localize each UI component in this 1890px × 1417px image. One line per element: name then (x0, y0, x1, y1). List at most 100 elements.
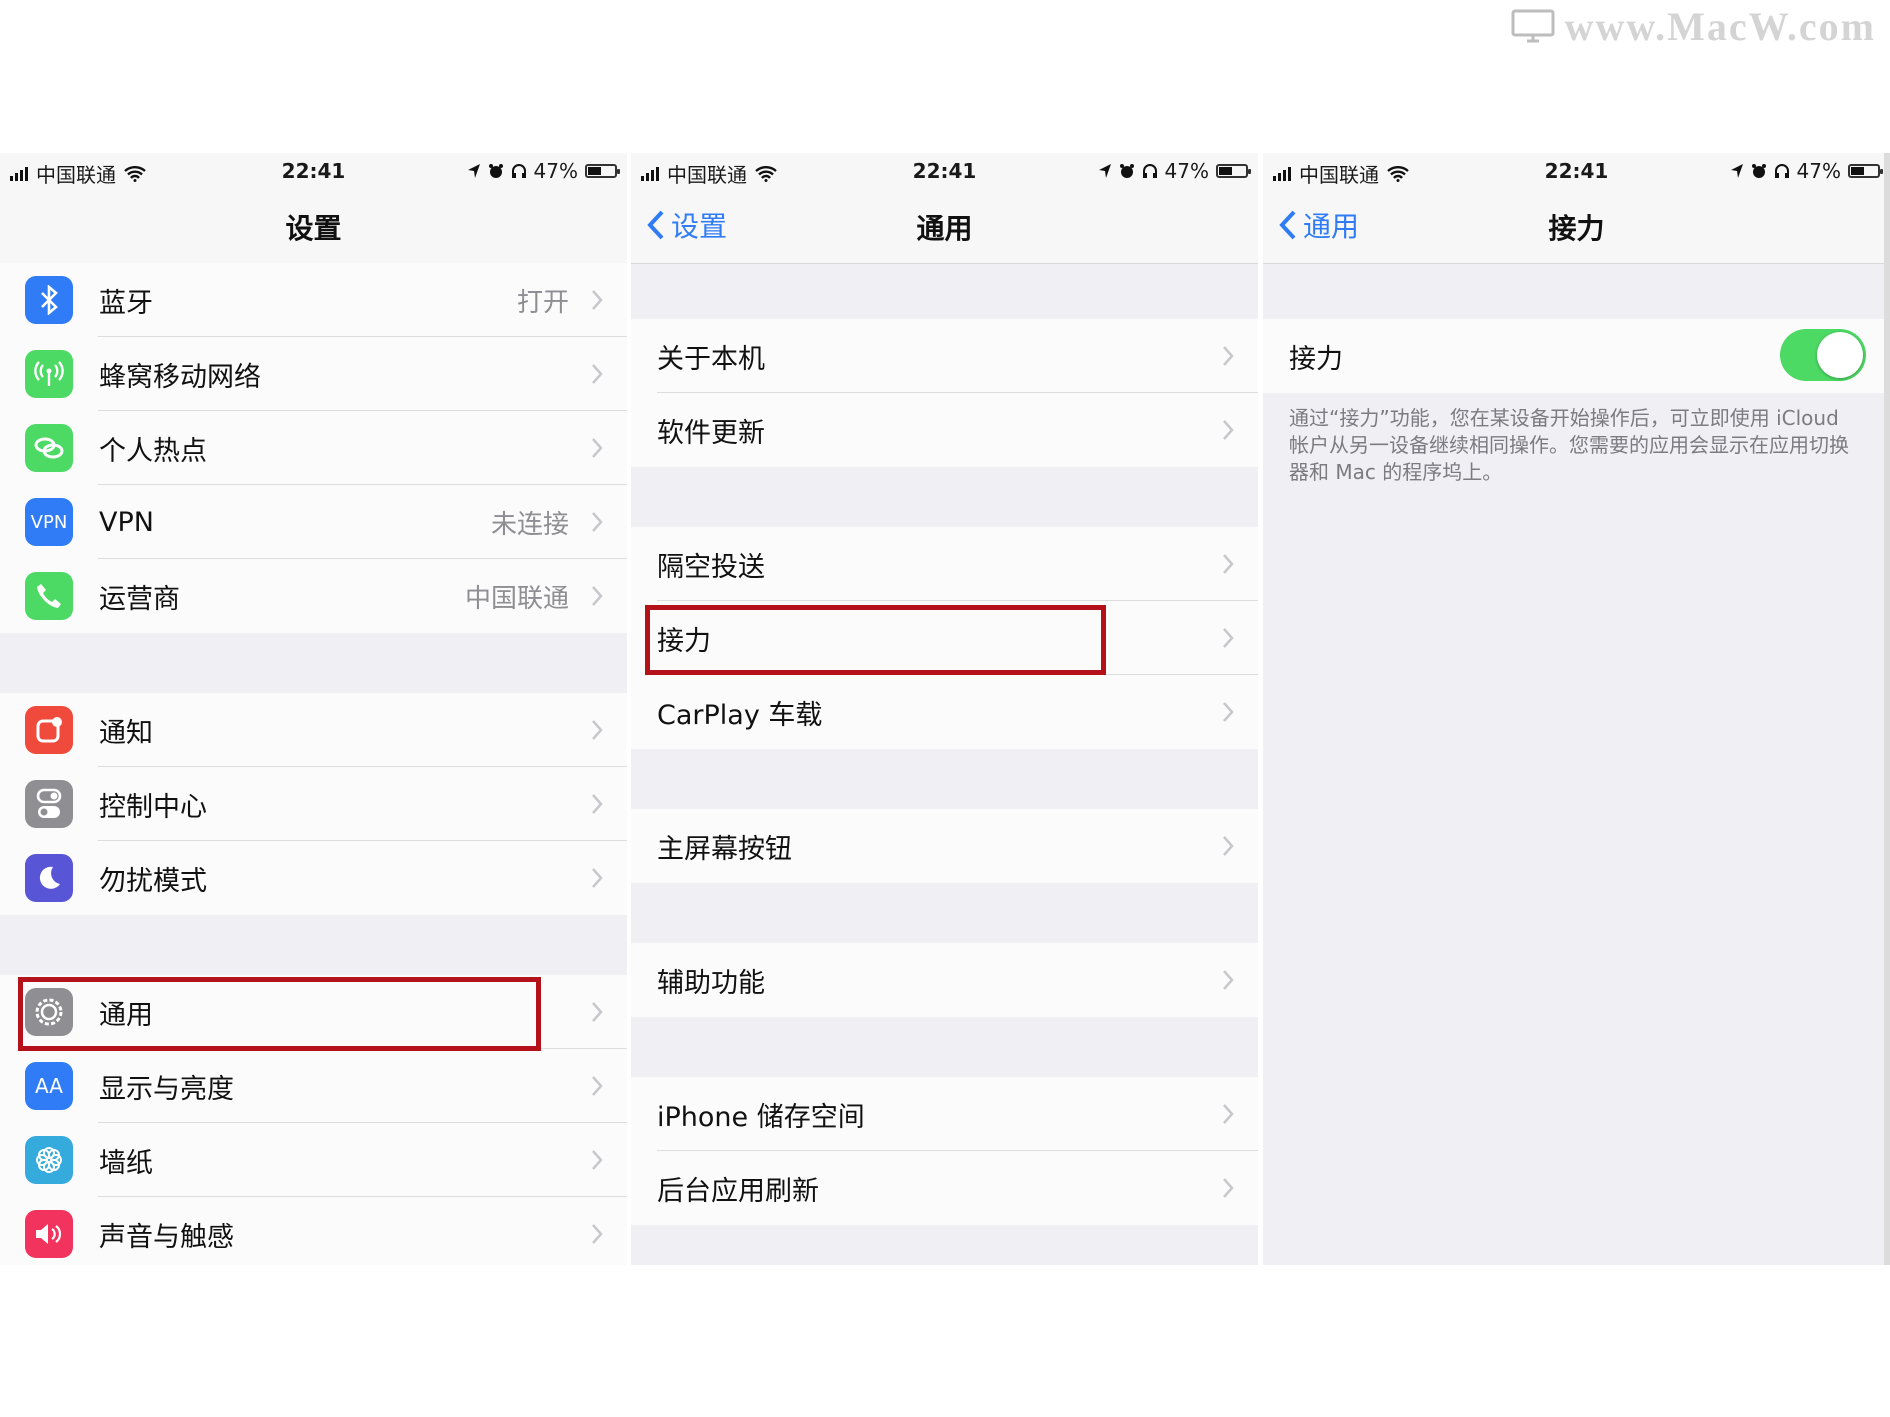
row-label: 软件更新 (657, 417, 765, 449)
settings-row-cellular[interactable]: 蜂窝移动网络 (0, 337, 627, 411)
row-label: 显示与亮度 (99, 1073, 234, 1105)
handoff-toggle-row: 接力 (1263, 319, 1890, 393)
settings-row-wallpaper[interactable]: 墙纸 (0, 1123, 627, 1197)
row-label: 个人热点 (99, 435, 207, 467)
row-label: 蓝牙 (99, 287, 153, 319)
toggle-knob (1817, 332, 1863, 378)
general-row-airdrop[interactable]: 隔空投送 (631, 527, 1258, 601)
chevron-right-icon (592, 1076, 603, 1096)
row-label: 接力 (657, 625, 711, 657)
phone-icon (25, 572, 73, 620)
chevron-right-icon (592, 512, 603, 532)
general-row-iphone-storage[interactable]: iPhone 储存空间 (631, 1077, 1258, 1151)
chevron-right-icon (1223, 836, 1234, 856)
settings-row-bluetooth[interactable]: 蓝牙 打开 (0, 263, 627, 337)
settings-row-sounds[interactable]: 声音与触感 (0, 1197, 627, 1265)
battery-icon (585, 164, 620, 178)
row-value: 中国联通 (464, 583, 569, 614)
antenna-icon (25, 350, 73, 398)
chevron-right-icon (592, 364, 603, 384)
screen-edge (1884, 153, 1890, 1265)
vpn-badge-text: VPN (30, 511, 68, 533)
row-label: 声音与触感 (99, 1221, 234, 1253)
page-title: 设置 (285, 212, 342, 245)
handoff-toggle[interactable] (1780, 329, 1866, 381)
battery-icon (1216, 164, 1251, 178)
row-label: 通用 (99, 999, 153, 1031)
general-row-software-update[interactable]: 软件更新 (631, 393, 1258, 467)
general-row-handoff[interactable]: 接力 (631, 601, 1258, 675)
general-row-home-button[interactable]: 主屏幕按钮 (631, 809, 1258, 883)
settings-row-general[interactable]: 通用 (0, 975, 627, 1049)
settings-row-hotspot[interactable]: 个人热点 (0, 411, 627, 485)
handoff-screen: 中国联通 22:41 47% 通用 接力 接力 通过“接力”功能，您在某设备开始… (1263, 153, 1890, 1265)
settings-row-do-not-disturb[interactable]: 勿扰模式 (0, 841, 627, 915)
settings-row-carrier[interactable]: 运营商 中国联通 (0, 559, 627, 633)
chevron-right-icon (1223, 1104, 1234, 1124)
general-row-about[interactable]: 关于本机 (631, 319, 1258, 393)
chevron-right-icon (592, 868, 603, 888)
row-label: 控制中心 (99, 791, 207, 823)
general-row-background-refresh[interactable]: 后台应用刷新 (631, 1151, 1258, 1225)
link-icon (25, 424, 73, 472)
status-bar: 中国联通 22:41 47% (1263, 153, 1890, 187)
alarm-icon (1751, 164, 1766, 178)
page-title: 接力 (1548, 212, 1605, 245)
settings-row-display[interactable]: AA 显示与亮度 (0, 1049, 627, 1123)
battery-percent: 47% (1796, 159, 1841, 183)
notification-icon (25, 706, 73, 754)
row-label: 后台应用刷新 (657, 1175, 819, 1207)
battery-percent: 47% (533, 159, 578, 183)
chevron-right-icon (1223, 420, 1234, 440)
chevron-right-icon (592, 720, 603, 740)
headphones-icon (511, 164, 526, 178)
row-value: 打开 (516, 287, 569, 318)
row-label: 蜂窝移动网络 (99, 361, 261, 393)
handoff-description: 通过“接力”功能，您在某设备开始操作后，可立即使用 iCloud 帐户从另一设备… (1289, 406, 1849, 484)
chevron-right-icon (592, 794, 603, 814)
settings-row-notifications[interactable]: 通知 (0, 693, 627, 767)
row-label: 通知 (99, 717, 153, 749)
battery-icon (1848, 164, 1883, 178)
bluetooth-icon (25, 276, 73, 324)
watermark-text: www.MacW.com (1564, 3, 1876, 49)
row-value: 未连接 (490, 509, 569, 540)
headphones-icon (1774, 164, 1789, 178)
chevron-right-icon (592, 586, 603, 606)
general-row-carplay[interactable]: CarPlay 车载 (631, 675, 1258, 749)
settings-row-vpn[interactable]: VPN VPN 未连接 (0, 485, 627, 559)
chevron-right-icon (1223, 346, 1234, 366)
chevron-right-icon (592, 1150, 603, 1170)
watermark: www.MacW.com (1511, 4, 1876, 49)
gear-icon (25, 988, 73, 1036)
navigation-bar: 通用 接力 (1263, 187, 1890, 264)
battery-percent: 47% (1164, 159, 1209, 183)
chevron-right-icon (1223, 628, 1234, 648)
chevron-right-icon (1223, 554, 1234, 574)
row-label: VPN (99, 506, 154, 538)
general-screen: 中国联通 22:41 47% 设置 通用 关于本机 软件更新 隔空投送 接力 C… (631, 153, 1258, 1265)
settings-row-control-center[interactable]: 控制中心 (0, 767, 627, 841)
status-bar: 中国联通 22:41 47% (631, 153, 1258, 187)
vpn-icon: VPN (25, 498, 73, 546)
flower-icon (25, 1136, 73, 1184)
page-title: 通用 (916, 212, 973, 245)
navigation-bar: 设置 (0, 187, 627, 264)
speaker-icon (25, 1210, 73, 1258)
row-label: 主屏幕按钮 (657, 833, 792, 865)
chevron-right-icon (1223, 702, 1234, 722)
general-row-accessibility[interactable]: 辅助功能 (631, 943, 1258, 1017)
alarm-icon (488, 164, 503, 178)
row-label: 墙纸 (99, 1147, 153, 1179)
monitor-icon (1511, 9, 1555, 43)
location-icon (1730, 164, 1743, 178)
headphones-icon (1142, 164, 1157, 178)
row-label: iPhone 储存空间 (657, 1101, 865, 1133)
chevron-right-icon (592, 438, 603, 458)
text-size-icon: AA (25, 1062, 73, 1110)
location-icon (1098, 164, 1111, 178)
chevron-right-icon (592, 1002, 603, 1022)
row-label: 勿扰模式 (99, 865, 207, 897)
chevron-right-icon (1223, 1178, 1234, 1198)
chevron-right-icon (592, 1224, 603, 1244)
